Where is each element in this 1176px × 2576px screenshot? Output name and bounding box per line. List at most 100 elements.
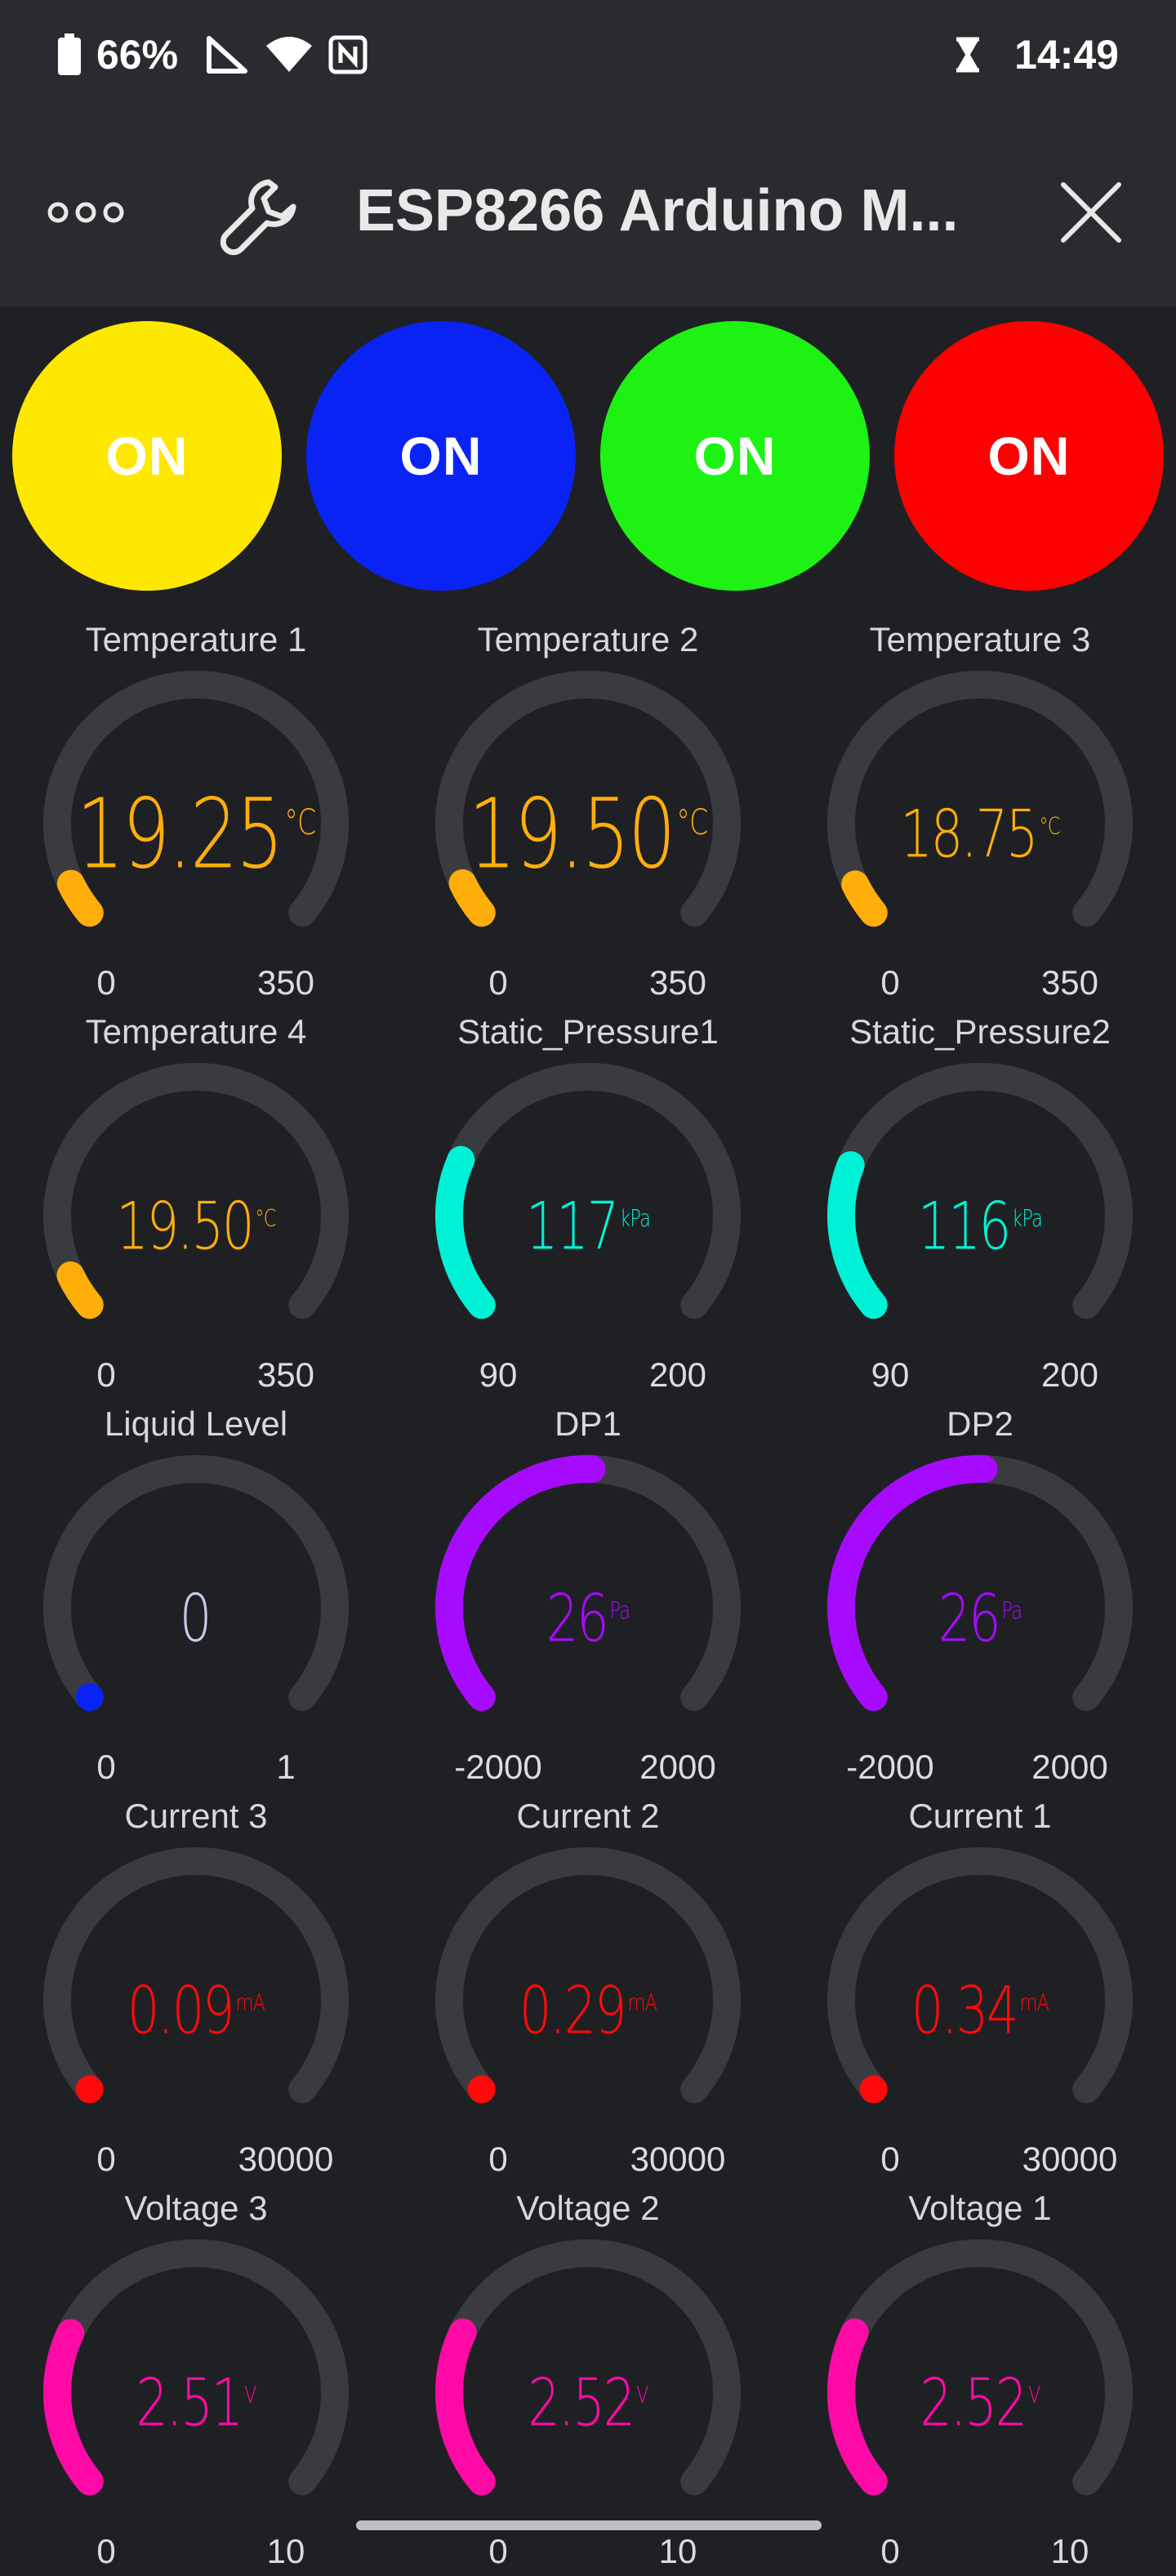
gauge-value-number: 0 bbox=[179, 1580, 212, 1657]
gauge-value: 2.52 V bbox=[827, 2354, 1133, 2444]
button-blue[interactable]: ON bbox=[306, 321, 576, 591]
gauge-value-number: 2.51 bbox=[136, 2364, 243, 2441]
gauge-min: 0 bbox=[96, 963, 116, 1002]
gauge-min: 90 bbox=[871, 1355, 910, 1394]
gauge-max: 350 bbox=[648, 963, 707, 1002]
gauge-min: 0 bbox=[96, 1355, 116, 1394]
gauge-value: 19.25°C bbox=[43, 770, 349, 886]
gauge-value-unit: °C bbox=[284, 803, 316, 843]
app-title: ESP8266 Arduino M... bbox=[356, 178, 959, 243]
gauge-dp1: DP1 26 Pa -2000 2000 bbox=[392, 1400, 784, 1792]
hourglass-icon bbox=[956, 37, 980, 73]
gauge-value-number: 26 bbox=[938, 1580, 1001, 1657]
gauge-value-unit: V bbox=[1028, 2381, 1040, 2409]
gauge-dp2: DP2 26 Pa -2000 2000 bbox=[784, 1400, 1176, 1792]
gauge-max: 350 bbox=[256, 1355, 315, 1394]
signal-icon bbox=[207, 36, 248, 74]
gauge-value-number: 2.52 bbox=[920, 2364, 1027, 2441]
gauge-fill bbox=[467, 2075, 496, 2104]
gauge-max: 350 bbox=[256, 963, 315, 1002]
gauge-min: -2000 bbox=[846, 1748, 934, 1786]
status-right: 14:49 bbox=[954, 26, 1119, 83]
gauge-value-number: 0.09 bbox=[127, 1972, 235, 2049]
gauge-current-3: Current 3 0.09 mA 0 30000 bbox=[0, 1792, 392, 2184]
wifi-icon bbox=[266, 37, 313, 72]
gauge-max: 30000 bbox=[1022, 2140, 1118, 2178]
battery-percent: 66% bbox=[96, 32, 179, 78]
gauge-value-number: 117 bbox=[525, 1188, 619, 1265]
gauge-min: 0 bbox=[488, 2140, 508, 2178]
gauge-value-unit: V bbox=[244, 2381, 256, 2409]
clock: 14:49 bbox=[1014, 32, 1119, 78]
wrench-icon bbox=[220, 179, 296, 256]
button-green[interactable]: ON bbox=[600, 321, 870, 591]
gauge-value: 0.29 mA bbox=[435, 1962, 741, 2051]
gauge-max: 10 bbox=[1050, 2532, 1089, 2570]
gauge-max: 200 bbox=[1040, 1355, 1099, 1394]
home-indicator[interactable] bbox=[356, 2520, 822, 2530]
gauge-value: 0.09 mA bbox=[43, 1962, 349, 2051]
gauge-value-number: 19.25 bbox=[76, 777, 283, 891]
gauge-value-number: 0.34 bbox=[911, 1972, 1019, 2049]
gauge-max: 2000 bbox=[1031, 1748, 1108, 1786]
gauge-value-number: 2.52 bbox=[528, 2364, 635, 2441]
app-bar: ESP8266 Arduino M... bbox=[0, 114, 1176, 307]
gauge-voltage-1: Voltage 1 2.52 V 0 10 bbox=[784, 2184, 1176, 2576]
button-label: ON bbox=[693, 426, 777, 486]
gauge-value-number: 116 bbox=[917, 1188, 1011, 1265]
button-label: ON bbox=[399, 426, 483, 486]
gauge-max: 10 bbox=[658, 2532, 697, 2570]
gauge-value-number: 26 bbox=[546, 1580, 609, 1657]
gauge-min: 0 bbox=[96, 1748, 116, 1786]
gauge-value-number: 19.50 bbox=[116, 1188, 254, 1265]
gauge-value-unit: mA bbox=[235, 1989, 265, 2016]
gauge-value: 2.52 V bbox=[435, 2354, 741, 2444]
gauge-temperature-3: Temperature 3 18.75 °C 0 350 bbox=[784, 615, 1176, 1007]
gauge-value-unit: Pa bbox=[609, 1596, 631, 1624]
gauge-voltage-2: Voltage 2 2.52 V 0 10 bbox=[392, 2184, 784, 2576]
gauge-value-unit: mA bbox=[1019, 1989, 1049, 2016]
gauge-min: 90 bbox=[479, 1355, 518, 1394]
gauge-min: 0 bbox=[880, 963, 900, 1002]
gauge-min: 0 bbox=[96, 2140, 116, 2178]
gauge-max: 30000 bbox=[630, 2140, 726, 2178]
gauge-temperature-2: Temperature 2 19.50°C 0 350 bbox=[392, 615, 784, 1007]
gauge-value: 19.50°C bbox=[435, 770, 741, 886]
gauge-min: 0 bbox=[880, 2532, 900, 2570]
battery-icon bbox=[58, 33, 81, 75]
button-red[interactable]: ON bbox=[894, 321, 1164, 591]
gauge-min: 0 bbox=[488, 2532, 508, 2570]
button-yellow[interactable]: ON bbox=[12, 321, 282, 591]
gauge-value-unit: Pa bbox=[1001, 1596, 1023, 1624]
gauge-value-unit: kPa bbox=[1012, 1204, 1043, 1232]
gauge-temperature-1: Temperature 1 19.25°C 0 350 bbox=[0, 615, 392, 1007]
gauge-value: 26 Pa bbox=[827, 1569, 1133, 1659]
gauge-fill bbox=[56, 1261, 104, 1319]
nfc-icon bbox=[328, 35, 368, 74]
gauge-value-unit: V bbox=[636, 2381, 648, 2409]
gauge-value-unit: mA bbox=[627, 1989, 657, 2016]
gauge-value: 117 kPa bbox=[435, 1177, 741, 1267]
gauge-max: 30000 bbox=[238, 2140, 334, 2178]
gauge-value-unit: °C bbox=[1039, 812, 1060, 840]
gauge-max: 350 bbox=[1040, 963, 1099, 1002]
button-label: ON bbox=[987, 426, 1071, 486]
gauge-temperature-4: Temperature 4 19.50 °C 0 350 bbox=[0, 1007, 392, 1400]
gauge-value-number: 19.50 bbox=[468, 777, 675, 891]
gauge-value-unit: °C bbox=[676, 803, 708, 843]
gauge-min: -2000 bbox=[454, 1748, 542, 1786]
gauge-min: 0 bbox=[96, 2532, 116, 2570]
gauge-value-number: 18.75 bbox=[900, 796, 1038, 873]
status-left: 66% bbox=[57, 26, 368, 83]
settings-button[interactable] bbox=[214, 172, 304, 261]
close-button[interactable] bbox=[1050, 172, 1132, 253]
gauge-voltage-3: Voltage 3 2.51 V 0 10 bbox=[0, 2184, 392, 2576]
gauge-value: 116 kPa bbox=[827, 1177, 1133, 1267]
button-label: ON bbox=[105, 426, 189, 486]
gauge-value-number: 0.29 bbox=[519, 1972, 627, 2049]
gauge-max: 10 bbox=[266, 2532, 305, 2570]
gauge-value: 26 Pa bbox=[435, 1569, 741, 1659]
gauge-fill bbox=[859, 2075, 888, 2104]
gauge-value: 2.51 V bbox=[43, 2354, 349, 2444]
more-button[interactable] bbox=[41, 172, 131, 253]
